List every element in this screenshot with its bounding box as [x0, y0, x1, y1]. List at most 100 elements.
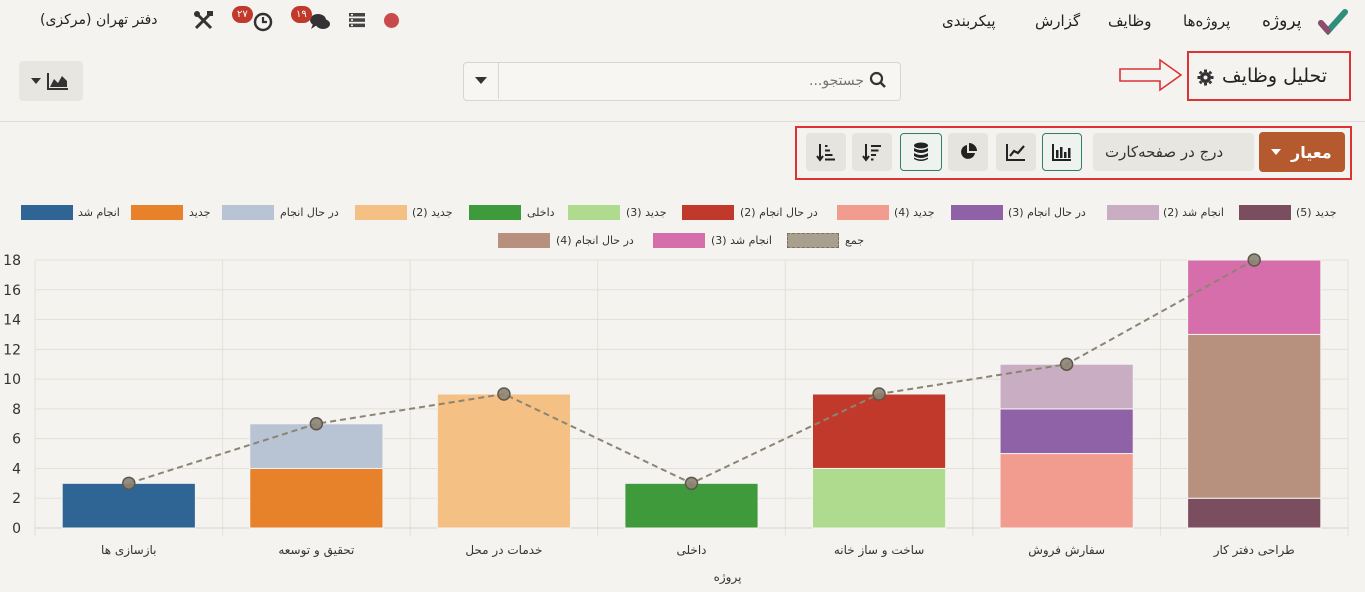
caret-down-icon	[31, 78, 41, 84]
bar-segment	[811, 393, 947, 469]
arrow-annotation-icon	[1118, 58, 1184, 92]
x-tick-label: تحقیق و توسعه	[278, 543, 354, 558]
y-tick-label: 2	[12, 491, 21, 507]
legend-item[interactable]: جدید (2)	[412, 206, 453, 219]
caret-down-icon	[1271, 149, 1281, 155]
bar-chart-button[interactable]	[1042, 133, 1082, 171]
legend-swatch[interactable]	[498, 233, 550, 248]
y-tick-label: 10	[3, 372, 21, 388]
company-switcher[interactable]: دفتر تهران (مرکزی)	[40, 12, 158, 28]
measure-dropdown-button[interactable]: معیار	[1259, 132, 1345, 172]
sort-ascending-icon	[816, 142, 836, 162]
y-tick-label: 18	[3, 253, 21, 269]
insert-dashboard-button[interactable]: درج در صفحه‌کارت	[1093, 133, 1254, 171]
legend-swatch[interactable]	[21, 205, 73, 220]
caret-down-icon	[475, 77, 487, 84]
legend-swatch[interactable]	[951, 205, 1003, 220]
legend-swatch[interactable]	[1107, 205, 1159, 220]
x-tick-label: خدمات در محل	[465, 543, 542, 558]
bar-segment	[999, 408, 1134, 455]
activity-clock-icon[interactable]	[253, 12, 273, 32]
database-list-icon[interactable]	[348, 11, 366, 29]
stacked-bar-chart: 0 2 4 6 8 10 12 14 16 18 طراحی دفتر کار سفارش فروش س…	[3, 253, 1349, 585]
y-tick-label: 8	[12, 402, 21, 418]
bar-chart-icon	[1052, 143, 1072, 161]
measure-button-label: معیار	[1291, 143, 1332, 162]
app-name[interactable]: پروژه	[1262, 11, 1301, 31]
legend-item[interactable]: انجام شد (3)	[711, 234, 772, 247]
sort-descending-button[interactable]	[852, 133, 892, 171]
bar-segment	[1187, 497, 1322, 529]
chart-legend: جدید (5) انجام شد (2) در حال انجام (3) ج…	[0, 198, 1365, 254]
sort-ascending-button[interactable]	[806, 133, 846, 171]
database-stack-icon	[913, 142, 929, 162]
bar-segment	[436, 393, 572, 529]
app-logo-icon[interactable]	[1318, 9, 1348, 36]
area-chart-icon	[47, 72, 69, 90]
y-tick-label: 16	[3, 283, 21, 299]
legend-swatch[interactable]	[131, 205, 183, 220]
messages-icon[interactable]	[309, 12, 331, 32]
legend-swatch[interactable]	[837, 205, 889, 220]
total-point	[122, 476, 136, 491]
bar-segment	[999, 453, 1134, 529]
pie-chart-icon	[959, 143, 977, 161]
legend-item[interactable]: در حال انجام (4)	[556, 234, 634, 247]
divider	[0, 121, 1365, 122]
menu-configuration[interactable]: پیکربندی	[942, 12, 996, 30]
x-tick-label: بازسازی ها	[101, 543, 157, 558]
total-point	[872, 387, 886, 401]
total-point	[1059, 357, 1074, 371]
legend-item[interactable]: جدید	[189, 206, 210, 219]
legend-swatch[interactable]	[222, 205, 274, 220]
bar-segment	[249, 467, 384, 529]
menu-projects[interactable]: پروژه‌ها	[1183, 12, 1230, 30]
legend-swatch[interactable]	[1239, 205, 1291, 220]
legend-swatch[interactable]	[469, 205, 521, 220]
legend-item[interactable]: در حال انجام	[280, 206, 339, 219]
y-tick-label: 0	[12, 521, 21, 537]
settings-gear-icon[interactable]	[1197, 69, 1214, 86]
legend-item[interactable]: جمع	[845, 234, 864, 247]
bar-segment	[1187, 333, 1322, 499]
legend-swatch[interactable]	[787, 233, 839, 248]
bar-segment	[811, 467, 947, 529]
x-tick-label: داخلی	[676, 543, 706, 557]
search-options-toggle[interactable]	[463, 62, 499, 99]
legend-item[interactable]: در حال انجام (3)	[1008, 206, 1086, 219]
total-point	[684, 476, 699, 491]
line-chart-button[interactable]	[996, 133, 1036, 171]
legend-item[interactable]: داخلی	[527, 206, 555, 219]
view-switcher-button[interactable]	[19, 61, 83, 101]
search-input[interactable]	[510, 65, 866, 97]
status-dot-icon[interactable]	[384, 13, 399, 28]
legend-item[interactable]: جدید (4)	[894, 206, 935, 219]
bar-segment	[1187, 259, 1322, 335]
pie-chart-button[interactable]	[948, 133, 988, 171]
total-point	[1247, 253, 1261, 267]
legend-item[interactable]: جدید (5)	[1296, 206, 1337, 219]
line-chart-icon	[1006, 143, 1026, 161]
top-navbar: پروژه پروژه‌ها وظایف گزارش پیکربندی ۱۹ ۲…	[0, 0, 1365, 42]
menu-reporting[interactable]: گزارش	[1035, 12, 1080, 30]
legend-item[interactable]: انجام شد	[78, 206, 120, 219]
legend-item[interactable]: جدید (3)	[626, 206, 667, 219]
legend-swatch[interactable]	[568, 205, 620, 220]
y-tick-label: 6	[12, 432, 21, 448]
menu-tasks[interactable]: وظایف	[1108, 12, 1151, 30]
tools-icon[interactable]	[193, 10, 214, 31]
page-title: تحلیل وظایف	[1222, 65, 1328, 87]
search-icon[interactable]	[869, 71, 887, 89]
legend-swatch[interactable]	[355, 205, 407, 220]
x-tick-label: سفارش فروش	[1028, 543, 1105, 558]
x-axis-label: پروژه	[714, 570, 742, 585]
stacked-toggle-button[interactable]	[900, 133, 942, 171]
legend-item[interactable]: انجام شد (2)	[1163, 206, 1224, 219]
legend-swatch[interactable]	[682, 205, 734, 220]
x-tick-label: ساخت و ساز خانه	[834, 543, 925, 558]
legend-item[interactable]: در حال انجام (2)	[740, 206, 818, 219]
y-tick-label: 4	[12, 461, 21, 477]
legend-swatch[interactable]	[653, 233, 705, 248]
y-tick-label: 12	[3, 342, 21, 358]
insert-dashboard-label: درج در صفحه‌کارت	[1105, 143, 1224, 161]
